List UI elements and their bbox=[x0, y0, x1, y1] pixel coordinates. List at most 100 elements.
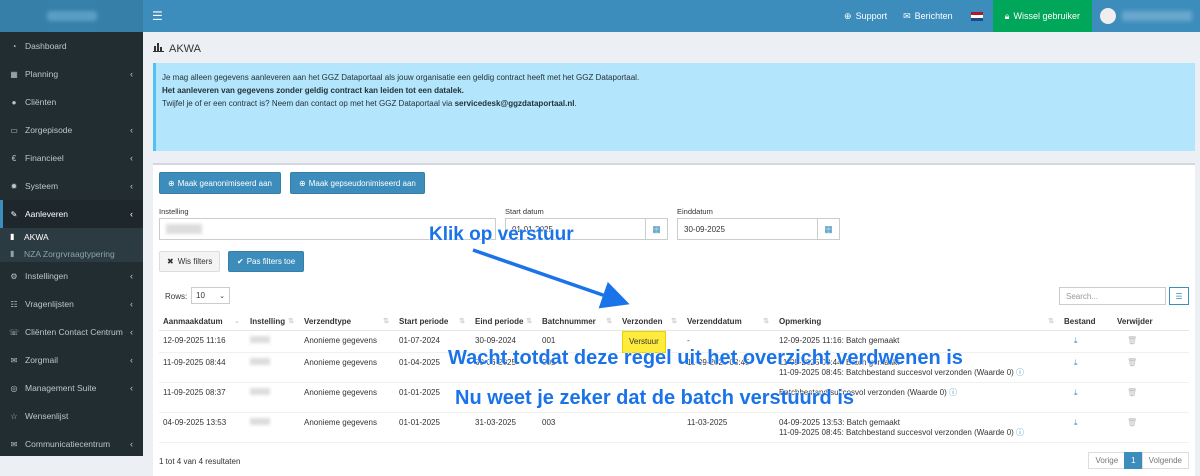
sidebar-item-label: Cliënten bbox=[25, 97, 57, 107]
chevron-left-icon: ‹ bbox=[130, 299, 133, 309]
rows-select[interactable]: 10 ⌄ bbox=[191, 287, 230, 304]
download-icon[interactable]: ⤓ bbox=[1074, 336, 1078, 345]
user-menu[interactable] bbox=[1092, 8, 1200, 24]
sidebar-item-dashboard[interactable]: ◔ Dashboard bbox=[0, 32, 143, 60]
column-header[interactable]: Verzonden ⇅ bbox=[618, 317, 683, 326]
clear-filters-button[interactable]: ✖ Wis filters bbox=[159, 251, 221, 272]
create-pseudonymized-button[interactable]: ⊕ Maak gepseudonimiseerd aan bbox=[290, 172, 425, 194]
sidebar-item-zorgepisode[interactable]: ▭ Zorgepisode ‹ bbox=[0, 116, 143, 144]
sidebar-item-label: Wensenlijst bbox=[25, 411, 69, 421]
trash-icon[interactable]: 🗑︎ bbox=[1127, 388, 1137, 397]
end-date-input[interactable]: 30-09-2025 bbox=[677, 218, 818, 240]
sidebar-item-instellingen[interactable]: ⚙ Instellingen ‹ bbox=[0, 262, 143, 290]
sidebar-item-management-suite[interactable]: ◎ Management Suite ‹ bbox=[0, 374, 143, 402]
trash-icon[interactable]: 🗑︎ bbox=[1127, 358, 1137, 367]
messages-link[interactable]: ✉ Berichten bbox=[895, 11, 961, 22]
calendar-icon: ▦ bbox=[10, 69, 18, 79]
sidebar-item-aanleveren[interactable]: ✎ Aanleveren ‹ bbox=[0, 200, 143, 228]
column-toggle-button[interactable]: ☰ bbox=[1169, 287, 1189, 305]
table-cell: 🗑︎ bbox=[1113, 418, 1173, 428]
end-date-label: Einddatum bbox=[677, 207, 713, 216]
sidebar-item-cli-nten[interactable]: ● Cliënten bbox=[0, 88, 143, 116]
table-cell: 01-01-2025 bbox=[399, 418, 440, 427]
column-header[interactable]: Instelling ⇅ bbox=[246, 317, 300, 326]
table-cell: ⤓ bbox=[1060, 418, 1113, 428]
calendar-icon[interactable]: ▦ bbox=[645, 218, 668, 240]
column-header[interactable]: Eind periode ⇅ bbox=[471, 317, 538, 326]
sidebar-item-communicatiecentrum[interactable]: ✉ Communicatiecentrum ‹ bbox=[0, 430, 143, 458]
column-header[interactable]: Verzendtype ⇅ bbox=[300, 317, 395, 326]
info-icon[interactable]: ⓘ bbox=[1016, 368, 1024, 377]
table-cell: 🗑︎ bbox=[1113, 388, 1173, 398]
next-page-button[interactable]: Volgende bbox=[1141, 452, 1189, 469]
table-cell: 003 bbox=[542, 418, 556, 427]
switch-user-button[interactable]: 🔒︎ Wissel gebruiker bbox=[992, 0, 1092, 32]
sort-icon: ⇅ bbox=[671, 318, 677, 325]
sort-icon: ⇅ bbox=[1048, 318, 1054, 325]
sidebar-item-cli-nten-contact-centrum[interactable]: ☏ Cliënten Contact Centrum ‹ bbox=[0, 318, 143, 346]
column-header[interactable]: Bestand bbox=[1060, 317, 1113, 326]
avatar bbox=[1100, 8, 1116, 24]
column-header[interactable]: Opmerking ⇅ bbox=[775, 317, 1060, 326]
table-header: Aanmaakdatum ⌄ Instelling ⇅ Verzendtype ⇅ Star… bbox=[159, 312, 1189, 331]
sidebar-subitem-nza-zorgrvraagtypering[interactable]: ▮ NZA Zorgrvraagtypering bbox=[0, 245, 143, 262]
column-header[interactable]: Start periode ⇅ bbox=[395, 317, 471, 326]
brand-logo[interactable] bbox=[0, 0, 143, 32]
pagination: Vorige 1 Volgende bbox=[1088, 452, 1189, 469]
sidebar-item-systeem[interactable]: ✹ Systeem ‹ bbox=[0, 172, 143, 200]
search-input[interactable]: Search... bbox=[1059, 287, 1166, 305]
download-icon[interactable]: ⤓ bbox=[1074, 388, 1078, 397]
wrench-icon: ✎ bbox=[10, 209, 18, 219]
trash-icon[interactable]: 🗑︎ bbox=[1127, 418, 1137, 427]
instelling-blurred bbox=[250, 336, 270, 343]
sidebar-item-wensenlijst[interactable]: ☆ Wensenlijst bbox=[0, 402, 143, 430]
apply-filters-button[interactable]: ✔ Pas filters toe bbox=[228, 251, 305, 272]
prev-page-button[interactable]: Vorige bbox=[1088, 452, 1126, 469]
sort-icon: ⇅ bbox=[763, 318, 769, 325]
table-cell: 12-09-2025 11:16: Batch gemaakt bbox=[779, 336, 900, 345]
info-icon[interactable]: ⓘ bbox=[1016, 428, 1024, 437]
servicedesk-email-link[interactable]: servicedesk@ggzdataportaal.nl bbox=[455, 99, 575, 108]
close-icon: ✖ bbox=[167, 257, 174, 266]
mail-icon: ✉ bbox=[10, 439, 18, 449]
list-icon: ☷ bbox=[10, 299, 18, 309]
page-1-button[interactable]: 1 bbox=[1124, 452, 1143, 469]
table-cell: 11-03-2025 bbox=[687, 418, 728, 427]
table-cell: 31-03-2025 bbox=[475, 418, 516, 427]
table-cell: Anonieme gegevens bbox=[304, 418, 377, 427]
instelling-label: Instelling bbox=[159, 207, 189, 216]
column-header[interactable]: Verwijder bbox=[1113, 317, 1173, 326]
sidebar-item-zorgmail[interactable]: ✉ Zorgmail ‹ bbox=[0, 346, 143, 374]
dutch-flag-icon[interactable] bbox=[970, 11, 983, 21]
bullseye-icon: ◎ bbox=[10, 383, 18, 393]
support-link[interactable]: ⊕ Support bbox=[836, 11, 895, 22]
star-icon: ☆ bbox=[10, 411, 18, 421]
calendar-icon[interactable]: ▦ bbox=[817, 218, 840, 240]
sidebar-item-financieel[interactable]: € Financieel ‹ bbox=[0, 144, 143, 172]
sidebar-item-label: Zorgepisode bbox=[25, 125, 73, 135]
download-icon[interactable]: ⤓ bbox=[1074, 358, 1078, 367]
sort-icon: ⇅ bbox=[383, 318, 389, 325]
chevron-left-icon: ‹ bbox=[130, 125, 133, 135]
column-header[interactable]: Batchnummer ⇅ bbox=[538, 317, 618, 326]
rows-label: Rows: bbox=[165, 292, 188, 301]
sidebar-item-vragenlijsten[interactable]: ☷ Vragenlijsten ‹ bbox=[0, 290, 143, 318]
chevron-left-icon: ‹ bbox=[130, 327, 133, 337]
main-content: AKWA Je mag alleen gegevens aanleveren a… bbox=[143, 32, 1200, 476]
create-anonymized-button[interactable]: ⊕ Maak geanonimiseerd aan bbox=[159, 172, 281, 194]
column-header[interactable]: Verzenddatum ⇅ bbox=[683, 317, 775, 326]
sidebar-item-planning[interactable]: ▦ Planning ‹ bbox=[0, 60, 143, 88]
hamburger-menu-icon[interactable]: ☰ bbox=[152, 9, 163, 23]
table-cell: 11-09-2025 08:44 bbox=[163, 358, 226, 367]
page-title: AKWA bbox=[153, 42, 201, 55]
table-cell: 12-09-2025 11:16 bbox=[163, 336, 226, 345]
download-icon[interactable]: ⤓ bbox=[1074, 418, 1078, 427]
sidebar-item-label: Management Suite bbox=[25, 383, 97, 393]
column-header[interactable]: Aanmaakdatum ⌄ bbox=[159, 317, 246, 326]
table-cell: ⤓ bbox=[1060, 388, 1113, 398]
info-icon[interactable]: ⓘ bbox=[949, 388, 957, 397]
sidebar-subitem-akwa[interactable]: ▮ AKWA bbox=[0, 228, 143, 245]
trash-icon[interactable]: 🗑︎ bbox=[1127, 336, 1137, 345]
instelling-blurred bbox=[250, 388, 270, 395]
table-row: 04-09-2025 13:53 Anonieme gegevens 01-01-2… bbox=[159, 413, 1189, 443]
